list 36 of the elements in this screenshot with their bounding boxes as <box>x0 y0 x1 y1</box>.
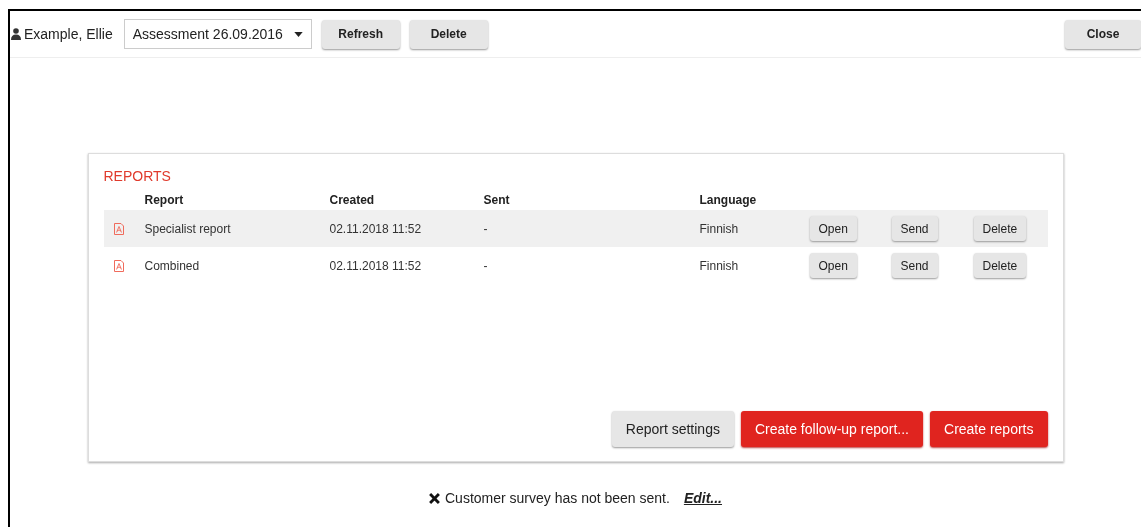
caret-icon <box>293 31 303 37</box>
report-name: Specialist report <box>144 221 232 236</box>
section-title: REPORTS <box>103 168 172 184</box>
sent-value: - <box>483 221 489 236</box>
report-row[interactable]: Specialist report 02.11.2018 11:52 - Finnish Open Send Delete <box>103 210 1048 247</box>
assessment-dropdown[interactable]: Assessment 26.09.2016 <box>123 19 312 49</box>
language-value: Finnish <box>699 221 740 236</box>
row-action-button[interactable]: Send <box>891 216 938 241</box>
row-action-button[interactable]: Open <box>809 253 857 278</box>
report-name: Combined <box>144 258 201 273</box>
column-header: Sent <box>483 193 511 207</box>
column-header: Report <box>144 193 185 207</box>
user-icon <box>11 28 21 40</box>
edit-link[interactable]: Edit... <box>683 490 722 506</box>
created-date: 02.11.2018 11:52 <box>329 258 423 273</box>
row-action-button[interactable]: Delete <box>973 253 1027 278</box>
survey-status: Customer survey has not been sent. <box>445 490 670 506</box>
report-row[interactable]: Combined 02.11.2018 11:52 - Finnish Open Send Delete <box>103 247 1048 284</box>
create-button[interactable]: Create follow-up report... <box>740 411 923 447</box>
language-value: Finnish <box>699 258 740 273</box>
row-action-button[interactable]: Open <box>809 216 857 241</box>
pdf-icon <box>113 222 124 235</box>
settings-button[interactable]: Report settings <box>611 411 734 447</box>
close-icon <box>429 492 440 504</box>
close-button[interactable]: Close <box>1065 19 1141 49</box>
sent-value: - <box>483 258 489 273</box>
column-header: Language <box>699 193 758 207</box>
pdf-icon <box>113 259 124 272</box>
person-name: Example, Ellie <box>24 26 113 42</box>
row-action-button[interactable]: Delete <box>973 216 1027 241</box>
toolbar-button[interactable]: Delete <box>409 19 488 49</box>
created-date: 02.11.2018 11:52 <box>329 221 423 236</box>
toolbar-button[interactable]: Refresh <box>321 19 400 49</box>
column-header: Created <box>329 193 376 207</box>
create-button[interactable]: Create reports <box>930 411 1048 447</box>
row-action-button[interactable]: Send <box>891 253 938 278</box>
